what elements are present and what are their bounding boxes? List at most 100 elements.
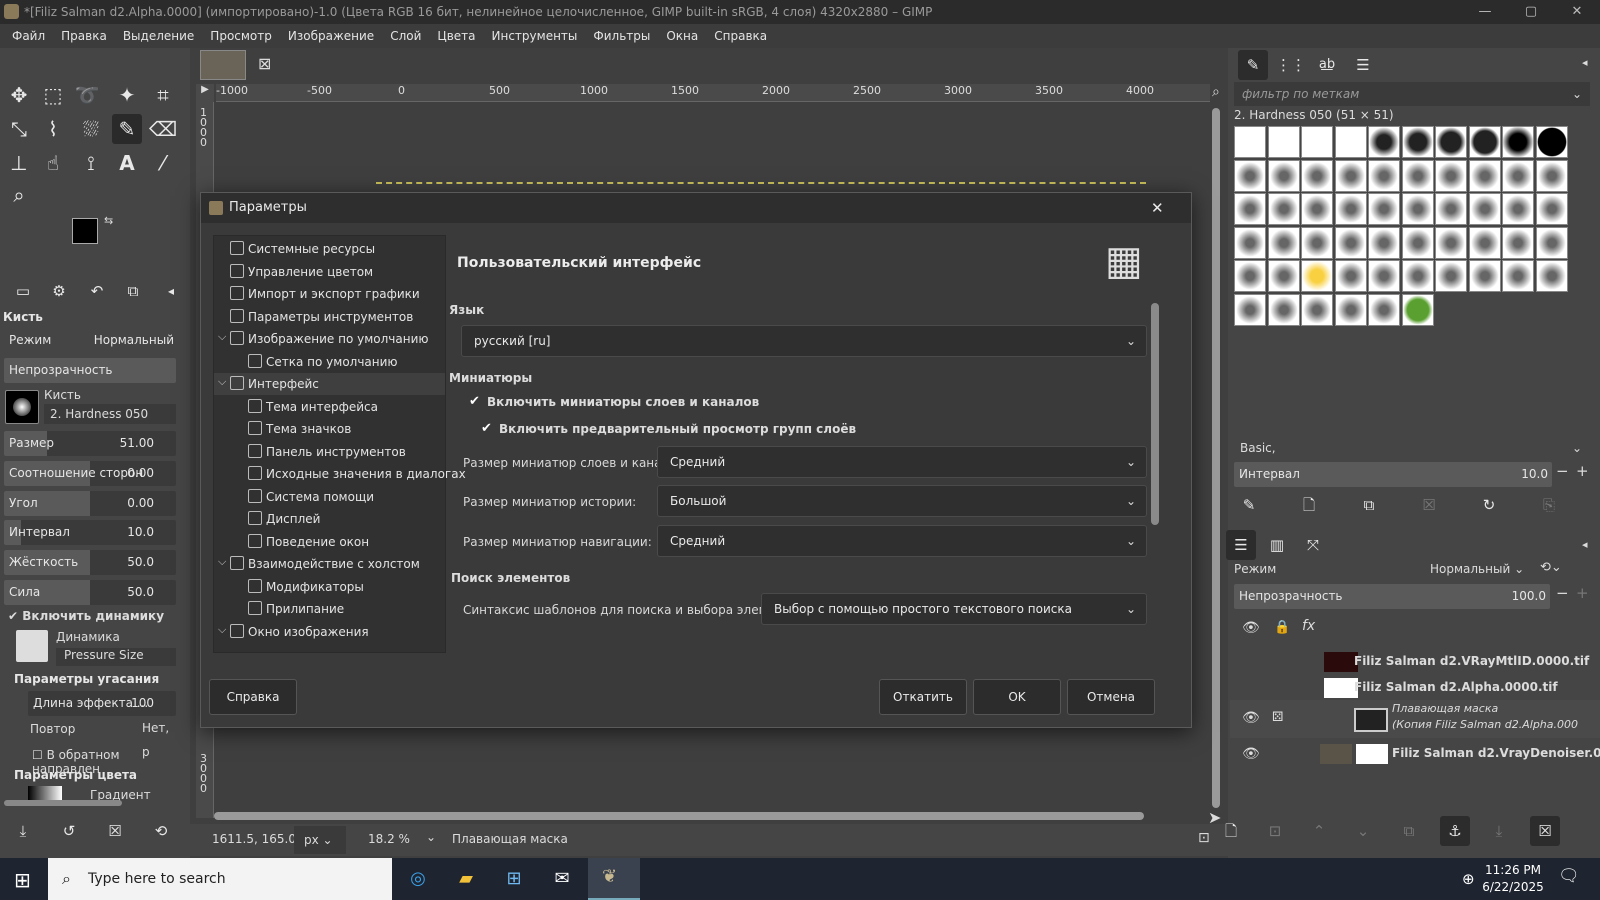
dynamics-checkbox[interactable]: ✔ Включить динамику [8, 609, 164, 623]
brush-swatch[interactable] [1502, 159, 1534, 192]
tree-item[interactable]: Системные ресурсы [230, 238, 445, 260]
tree-item[interactable]: Интерфейс [214, 373, 445, 395]
vertical-scrollbar[interactable] [1212, 108, 1220, 808]
tree-item[interactable]: Система помощи [248, 486, 445, 508]
effects-header-icon[interactable]: fx [1302, 618, 1315, 634]
menu-layer[interactable]: Слой [382, 29, 429, 43]
brush-swatch[interactable] [1401, 193, 1434, 225]
tree-item[interactable]: Исходные значения в диалогах [248, 463, 466, 485]
new-group-icon[interactable]: ⊡ [1260, 816, 1290, 846]
repeat-value[interactable]: Нет, р [110, 716, 180, 759]
brush-swatch[interactable] [1334, 293, 1367, 326]
brush-swatch[interactable] [1401, 159, 1434, 192]
brush-swatch[interactable] [1502, 260, 1534, 292]
image-tab-thumbnail[interactable] [200, 50, 246, 80]
zoom-dropdown-icon[interactable]: ⌄ [426, 830, 436, 844]
layer-name[interactable]: Filiz Salman d2.Alpha.0000.tif [1354, 680, 1558, 694]
layer-opacity-slider[interactable]: Непрозрачность 100.0 [1234, 584, 1550, 609]
zoom-tool-icon[interactable]: ⌕ [4, 180, 34, 210]
brush-swatch[interactable] [1535, 226, 1568, 259]
menu-help[interactable]: Справка [706, 29, 775, 43]
tool-options-scrollbar[interactable] [4, 800, 122, 806]
edge-browser-icon[interactable]: ◎ [404, 866, 432, 892]
tree-item[interactable]: Сетка по умолчанию [248, 351, 445, 373]
brush-swatch[interactable] [1401, 126, 1434, 158]
minimize-button[interactable]: — [1462, 0, 1508, 24]
preferences-tree[interactable]: Системные ресурсы Управление цветом Импорт… [213, 235, 466, 653]
edit-brush-icon[interactable]: ✎ [1234, 490, 1264, 520]
preset-chevron-icon[interactable]: ⌄ [1572, 436, 1582, 460]
tree-expander-icon[interactable]: ⌵ [218, 375, 226, 389]
transform-tool-icon[interactable]: ⤡ [4, 114, 34, 144]
brush-swatch[interactable] [1535, 193, 1568, 225]
brush-swatch[interactable] [1301, 260, 1333, 292]
smudge-tool-icon[interactable]: ☝ [38, 148, 68, 178]
gimp-taskbar-button[interactable]: ❦ [588, 858, 640, 900]
brush-swatch[interactable] [1267, 260, 1300, 292]
channels-tab-icon[interactable]: ▥ [1262, 530, 1292, 560]
brush-swatch[interactable] [1267, 159, 1300, 192]
tool-options-tab-icon[interactable]: ▭ [8, 276, 38, 306]
layer-name[interactable]: Filiz Salman d2.VrayDenoiser.000 [1392, 746, 1600, 760]
brush-swatch[interactable] [1535, 159, 1568, 192]
anchor-layer-icon[interactable]: ⚓ [1440, 816, 1470, 846]
brush-swatch[interactable] [1234, 260, 1266, 292]
brush-swatch[interactable] [1334, 159, 1367, 192]
layer-visibility-icon[interactable]: 👁 [1242, 710, 1260, 726]
tree-item[interactable]: Прилипание [248, 598, 445, 620]
bucket-fill-tool-icon[interactable]: ⛆ [76, 114, 106, 144]
tree-item[interactable]: Тема значков [248, 418, 445, 440]
menu-filters[interactable]: Фильтры [585, 29, 658, 43]
device-status-tab-icon[interactable]: ⚙ [44, 276, 74, 306]
force-slider[interactable]: Сила 50.0 [4, 580, 176, 605]
language-globe-icon[interactable]: ⊕ [1462, 870, 1475, 888]
tree-item[interactable]: Изображение по умолчанию [230, 328, 445, 350]
brush-swatch[interactable] [1535, 260, 1568, 292]
tree-expander-icon[interactable]: ⌵ [218, 555, 226, 569]
layer-list[interactable]: Filiz Salman d2.VRayMtlID.0000.tif Filiz… [1230, 648, 1600, 828]
brush-swatch[interactable] [1435, 260, 1467, 292]
save-options-icon[interactable]: ⤓ [8, 816, 38, 846]
zoom-image-icon[interactable]: ⌕ [1212, 84, 1220, 100]
maximize-button[interactable]: ▢ [1508, 0, 1554, 24]
warp-tool-icon[interactable]: ⌇ [38, 114, 68, 144]
text-tool-icon[interactable]: A [112, 148, 142, 178]
delete-brush-icon[interactable]: ☒ [1414, 490, 1444, 520]
brush-swatch[interactable] [1435, 226, 1467, 259]
image-tab-close-icon[interactable]: ⊠ [258, 54, 271, 73]
menu-windows[interactable]: Окна [658, 29, 706, 43]
brush-swatch[interactable] [1267, 293, 1300, 326]
paths-tool-icon[interactable]: ⟟ [76, 148, 106, 178]
new-brush-icon[interactable]: 🗋 [1294, 490, 1324, 520]
layer-thumb-size-select[interactable]: Средний ⌄ [657, 446, 1147, 478]
raise-layer-icon[interactable]: ⌃ [1304, 816, 1334, 846]
brush-swatch[interactable] [1368, 226, 1400, 259]
brush-swatch[interactable] [1502, 126, 1534, 158]
menu-colors[interactable]: Цвета [429, 29, 483, 43]
brush-preview[interactable] [5, 390, 39, 424]
opacity-slider[interactable]: Непрозрачность [4, 358, 176, 383]
images-tab-icon[interactable]: ⧉ [118, 276, 148, 306]
brush-swatch[interactable] [1334, 260, 1367, 292]
layer-mode-select[interactable]: Нормальный ⌄ [1430, 558, 1526, 580]
horizontal-ruler[interactable]: -1000 -500 0 500 1000 1500 2000 2500 3000 3500 400… [216, 84, 1210, 102]
tree-item[interactable]: Поведение окон [248, 531, 445, 553]
crop-tool-icon[interactable]: ⌗ [148, 80, 178, 110]
close-button[interactable]: ✕ [1554, 0, 1600, 24]
cancel-button[interactable]: Отмена [1067, 679, 1155, 715]
help-button[interactable]: Справка [209, 679, 297, 715]
brush-swatch[interactable] [1234, 293, 1266, 326]
menu-image[interactable]: Изображение [280, 29, 382, 43]
horizontal-scrollbar[interactable] [214, 812, 1144, 820]
brush-swatch[interactable] [1368, 260, 1400, 292]
menu-edit[interactable]: Правка [53, 29, 115, 43]
brush-swatch[interactable] [1502, 193, 1534, 225]
tree-item[interactable]: Импорт и экспорт графики [230, 283, 445, 305]
layer-row-selected[interactable]: 👁 ⚄ Плавающая маска (Копия Filiz Salman … [1230, 700, 1600, 738]
brush-swatch[interactable] [1234, 126, 1266, 158]
tree-expander-icon[interactable]: ⌵ [218, 330, 226, 344]
hardness-slider[interactable]: Жёсткость 50.0 [4, 550, 176, 575]
brush-swatch[interactable] [1401, 260, 1434, 292]
spacing-increase-icon[interactable]: + [1576, 462, 1589, 480]
brush-swatch[interactable] [1234, 193, 1266, 225]
